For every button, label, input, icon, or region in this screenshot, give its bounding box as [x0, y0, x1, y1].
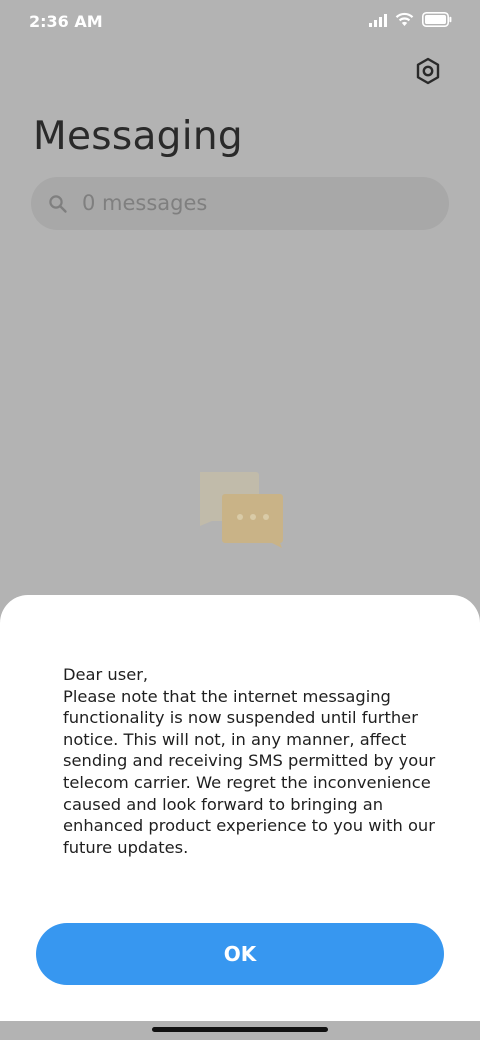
dialog-message: Dear user, Please note that the internet…: [63, 664, 443, 858]
ok-button[interactable]: OK: [36, 923, 444, 985]
page-title: Messaging: [33, 114, 243, 159]
notice-dialog: Dear user, Please note that the internet…: [0, 595, 480, 1021]
dialog-greeting: Dear user,: [63, 665, 149, 684]
chat-bubbles-icon: [200, 472, 283, 548]
signal-icon: [369, 13, 387, 27]
status-icons: [369, 12, 452, 27]
battery-icon: [422, 12, 452, 27]
search-bar[interactable]: 0 messages: [31, 177, 449, 230]
search-input[interactable]: 0 messages: [82, 191, 207, 215]
status-bar: 2:36 AM: [0, 0, 480, 44]
wifi-icon: [395, 12, 414, 26]
settings-button[interactable]: [412, 55, 444, 87]
search-icon: [49, 195, 67, 213]
dialog-body: Please note that the internet messaging …: [63, 686, 436, 857]
status-time: 2:36 AM: [29, 12, 103, 31]
gear-icon: [416, 57, 440, 85]
home-indicator[interactable]: [152, 1027, 328, 1032]
